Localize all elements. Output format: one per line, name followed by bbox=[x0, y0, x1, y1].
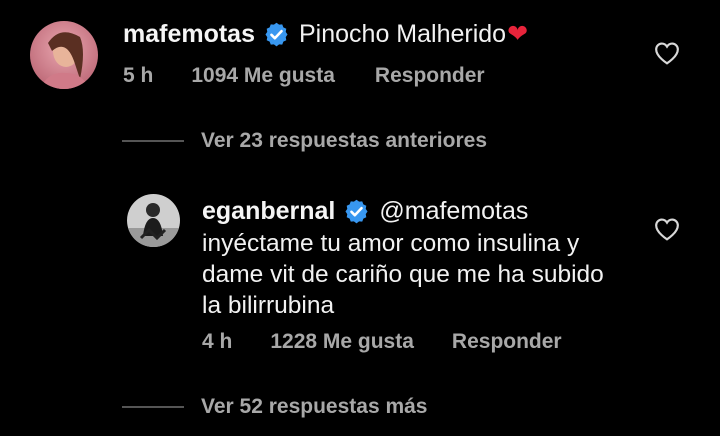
comment-username[interactable]: mafemotas bbox=[123, 20, 255, 49]
heart-outline-icon[interactable] bbox=[654, 217, 680, 241]
verified-badge-icon bbox=[345, 199, 368, 223]
comment-likes[interactable]: 1094 Me gusta bbox=[191, 64, 335, 88]
comment-text: Pinocho Malherido bbox=[299, 19, 507, 48]
comment-text-line: la bilirrubina bbox=[202, 292, 335, 319]
reply-button[interactable]: Responder bbox=[452, 330, 562, 354]
verified-badge-icon bbox=[265, 22, 288, 46]
comment-text-line: inyéctame tu amor como insulina y bbox=[202, 230, 580, 257]
comment-timestamp: 4 h bbox=[202, 330, 233, 353]
mention-link[interactable]: @mafemotas bbox=[379, 196, 528, 227]
reply-button[interactable]: Responder bbox=[375, 64, 485, 88]
comment-text: inyéctame tu amor como insulina y dame v… bbox=[202, 228, 642, 321]
avatar-image bbox=[127, 194, 180, 247]
view-previous-replies[interactable]: Ver 23 respuestas anteriores bbox=[122, 129, 487, 153]
comment-text-line: dame vit de cariño que me ha subido bbox=[202, 261, 604, 288]
view-more-replies[interactable]: Ver 52 respuestas más bbox=[122, 395, 428, 419]
view-previous-replies-label: Ver 23 respuestas anteriores bbox=[201, 129, 488, 152]
view-more-replies-label: Ver 52 respuestas más bbox=[201, 395, 428, 418]
comment-timestamp: 5 h bbox=[123, 64, 154, 87]
divider-line bbox=[122, 140, 184, 142]
avatar-mafemotas[interactable] bbox=[30, 21, 98, 89]
avatar-eganbernal[interactable] bbox=[127, 194, 180, 247]
heart-outline-icon[interactable] bbox=[654, 41, 680, 65]
divider-line bbox=[122, 406, 184, 408]
avatar-image bbox=[30, 21, 98, 89]
comment-username[interactable]: eganbernal bbox=[202, 197, 335, 226]
comment-likes[interactable]: 1228 Me gusta bbox=[270, 330, 414, 354]
red-heart-emoji: ❤ bbox=[507, 20, 529, 48]
